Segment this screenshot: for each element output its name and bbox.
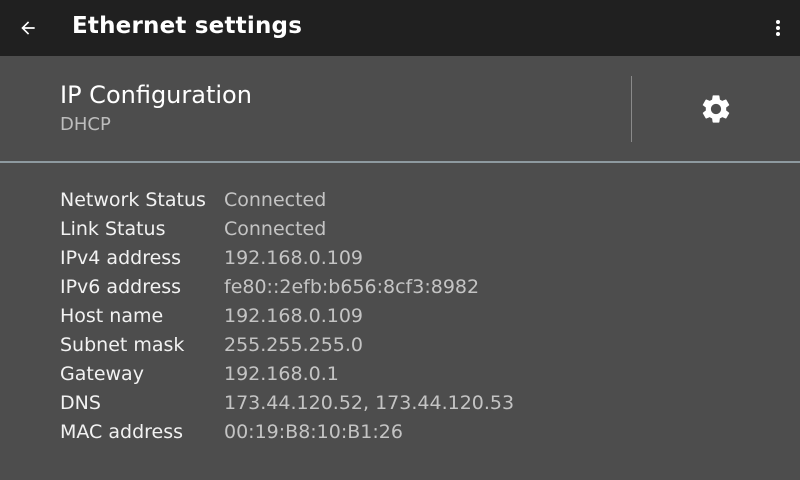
detail-value: 192.168.0.109 [224,305,364,327]
detail-row-host-name: Host name 192.168.0.109 [60,302,514,331]
ip-configuration-mode: DHCP [60,114,111,135]
ip-configuration-item[interactable]: IP Configuration DHCP [60,78,252,138]
detail-value: fe80::2efb:b656:8cf3:8982 [224,276,480,298]
detail-value: 173.44.120.52, 173.44.120.53 [224,392,515,414]
arrow-left-icon [21,21,35,35]
detail-value: 192.168.0.1 [224,363,339,385]
page-title: Ethernet settings [72,13,303,39]
detail-row-link-status: Link Status Connected [60,215,514,244]
detail-label: IPv4 address [60,247,182,269]
ethernet-settings-screen: Ethernet settings IP Configuration DHCP … [0,0,800,480]
back-button[interactable] [8,8,48,48]
detail-value: 00:19:B8:10:B1:26 [224,421,403,443]
detail-label: Host name [60,305,164,327]
gear-icon [702,95,730,123]
network-details-list: Network Status Connected Link Status Con… [60,186,514,447]
detail-label: IPv6 address [60,276,182,298]
detail-label: Gateway [60,363,144,385]
detail-row-subnet-mask: Subnet mask 255.255.255.0 [60,331,514,360]
detail-value: 192.168.0.109 [224,247,364,269]
detail-row-ipv4-address: IPv4 address 192.168.0.109 [60,244,514,273]
section-divider [0,161,800,163]
detail-row-mac-address: MAC address 00:19:B8:10:B1:26 [60,418,514,447]
detail-value: 255.255.255.0 [224,334,364,356]
toolbar: Ethernet settings [0,0,800,56]
detail-value: Connected [224,218,327,240]
detail-label: MAC address [60,421,184,443]
ip-configuration-title: IP Configuration [60,81,252,109]
detail-row-network-status: Network Status Connected [60,186,514,215]
detail-label: Subnet mask [60,334,185,356]
more-vert-icon [776,20,780,36]
detail-row-gateway: Gateway 192.168.0.1 [60,360,514,389]
detail-value: Connected [224,189,327,211]
detail-label: Network Status [60,189,206,211]
overflow-menu-button[interactable] [762,8,794,48]
ip-configuration-section: IP Configuration DHCP [0,56,800,162]
detail-label: Link Status [60,218,166,240]
vertical-divider [631,76,632,142]
detail-row-dns: DNS 173.44.120.52, 173.44.120.53 [60,389,514,418]
detail-row-ipv6-address: IPv6 address fe80::2efb:b656:8cf3:8982 [60,273,514,302]
detail-label: DNS [60,392,101,414]
ip-settings-button[interactable] [690,84,742,134]
